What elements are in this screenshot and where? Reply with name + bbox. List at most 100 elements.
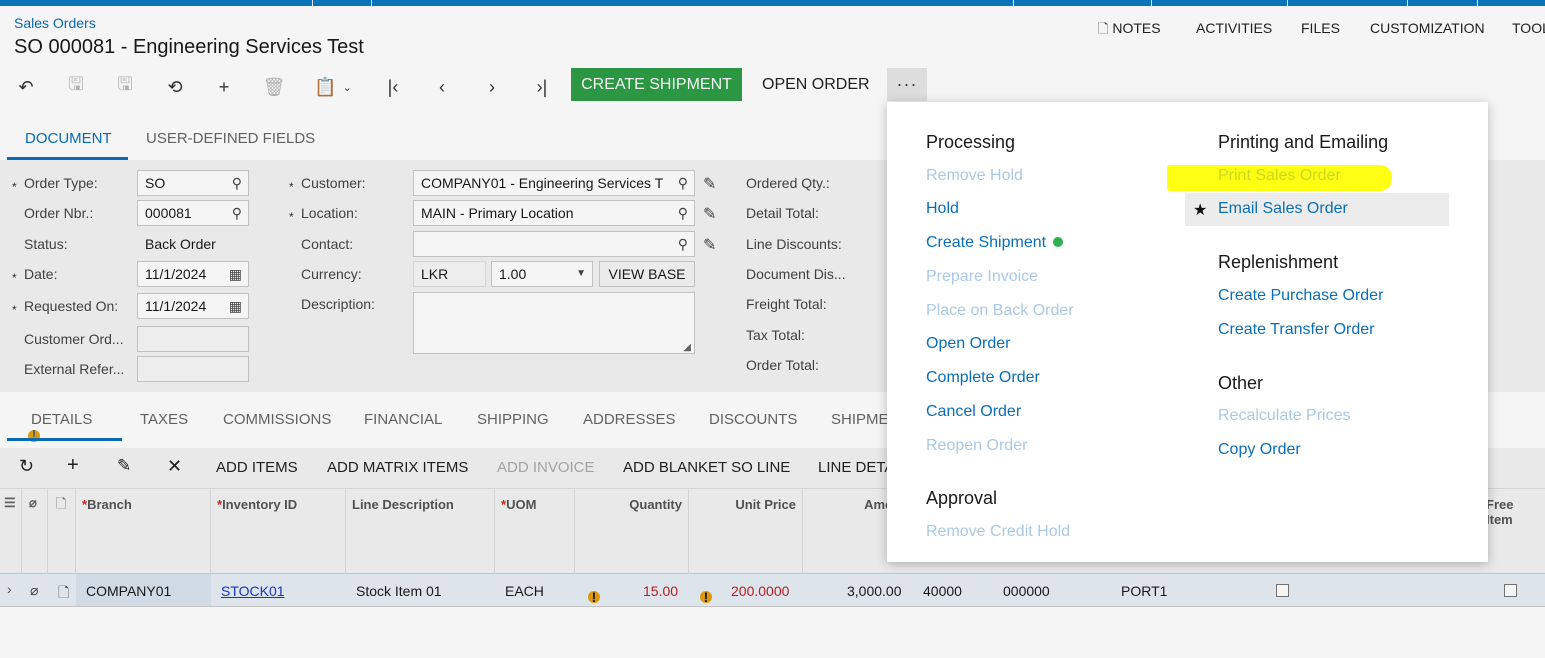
menu-item-email-sales-order[interactable]: Email Sales Order (1218, 200, 1348, 218)
previous-record-icon[interactable]: ‹ (426, 72, 458, 102)
requested-on-field[interactable]: 11/1/2024 ▦ (137, 293, 249, 319)
row-checkbox[interactable] (1276, 584, 1289, 597)
back-icon[interactable]: ↶ (10, 72, 42, 102)
tab-shipments[interactable]: SHIPME (831, 411, 889, 428)
delete-icon[interactable]: 🗑 (258, 72, 290, 102)
activities-link[interactable]: ACTIVITIES (1196, 20, 1272, 36)
add-matrix-items-button[interactable]: ADD MATRIX ITEMS (327, 459, 468, 476)
search-icon[interactable]: ⚲ (678, 236, 688, 253)
menu-item-open-order[interactable]: Open Order (926, 335, 1010, 353)
tab-commissions[interactable]: COMMISSIONS (223, 411, 331, 428)
line-details-button[interactable]: LINE DETA (818, 459, 894, 476)
note-icon[interactable]: 🗋 (58, 582, 69, 606)
cell-branch[interactable]: COMPANY01 (86, 583, 171, 599)
more-actions-button[interactable]: ··· (887, 68, 927, 101)
cell-quantity[interactable]: 15.00 (643, 583, 678, 599)
files-link[interactable]: FILES (1301, 20, 1340, 36)
tab-taxes[interactable]: TAXES (140, 411, 188, 428)
save-icon[interactable]: 🖫 (109, 72, 141, 102)
save-close-icon[interactable]: 🖫 (60, 72, 92, 102)
description-field[interactable]: ◢ (413, 292, 695, 354)
menu-item-remove-hold[interactable]: Remove Hold (926, 167, 1023, 185)
tab-document[interactable]: DOCUMENT (25, 130, 112, 147)
add-blanket-so-line-button[interactable]: ADD BLANKET SO LINE (623, 459, 790, 476)
free-item-checkbox[interactable] (1504, 584, 1517, 597)
attachment-icon[interactable]: ⌀ (30, 582, 38, 599)
tab-details[interactable]: ! DETAILS (28, 411, 92, 443)
breadcrumb[interactable]: Sales Orders (14, 15, 96, 31)
col-unit-price[interactable]: Unit Price (689, 489, 803, 575)
resize-handle-icon[interactable]: ◢ (683, 342, 691, 353)
cell-unit-price[interactable]: 200.0000 (731, 583, 789, 599)
menu-item-recalculate-prices[interactable]: Recalculate Prices (1218, 407, 1351, 425)
add-invoice-button[interactable]: ADD INVOICE (497, 459, 595, 476)
star-icon[interactable]: ★ (1193, 200, 1207, 220)
calendar-icon[interactable]: ▦ (229, 266, 242, 283)
cell-account[interactable]: 40000 (923, 583, 962, 599)
table-row[interactable]: › ⌀ 🗋 COMPANY01 STOCK01 Stock Item 01 EA… (0, 574, 1545, 607)
col-inventory-id[interactable]: *Inventory ID (211, 489, 346, 575)
menu-item-create-transfer-order[interactable]: Create Transfer Order (1218, 321, 1375, 339)
location-field[interactable]: MAIN - Primary Location ⚲ (413, 200, 695, 226)
clipboard-icon[interactable]: 📋 ⌄ (308, 72, 358, 102)
menu-item-copy-order[interactable]: Copy Order (1218, 441, 1301, 459)
edit-pencil-icon[interactable]: ✎ (703, 235, 716, 255)
tab-financial[interactable]: FINANCIAL (364, 411, 442, 428)
row-settings-icon[interactable]: ☰ (0, 489, 22, 575)
customer-ord-field[interactable] (137, 326, 249, 352)
search-icon[interactable]: ⚲ (678, 205, 688, 222)
edit-pencil-icon[interactable]: ✎ (703, 204, 716, 224)
edit-pencil-icon[interactable]: ✎ (703, 174, 716, 194)
tab-shipping[interactable]: SHIPPING (477, 411, 549, 428)
create-shipment-button[interactable]: CREATE SHIPMENT (571, 68, 742, 101)
calendar-icon[interactable]: ▦ (229, 298, 242, 315)
col-uom[interactable]: *UOM (495, 489, 575, 575)
menu-item-create-shipment[interactable]: Create Shipment (926, 234, 1064, 252)
external-ref-field[interactable] (137, 356, 249, 382)
view-base-button[interactable]: VIEW BASE (599, 261, 695, 287)
order-nbr-field[interactable]: 000081 ⚲ (137, 200, 249, 226)
first-record-icon[interactable]: |‹ (377, 72, 409, 102)
tab-discounts[interactable]: DISCOUNTS (709, 411, 797, 428)
add-icon[interactable]: + (208, 72, 240, 102)
menu-item-place-on-back-order[interactable]: Place on Back Order (926, 302, 1074, 320)
tab-user-defined-fields[interactable]: USER-DEFINED FIELDS (146, 130, 315, 147)
currency-rate-field[interactable]: 1.00 ▼ (491, 261, 593, 287)
edit-icon[interactable]: ✎ (117, 456, 131, 476)
menu-item-create-purchase-order[interactable]: Create Purchase Order (1218, 287, 1383, 305)
refresh-icon[interactable]: ↻ (19, 456, 34, 477)
menu-item-print-sales-order[interactable]: Print Sales Order (1218, 167, 1341, 185)
customization-link[interactable]: CUSTOMIZATION (1370, 20, 1485, 36)
search-icon[interactable]: ⚲ (678, 175, 688, 192)
cell-port[interactable]: PORT1 (1121, 583, 1167, 599)
cell-subaccount[interactable]: 000000 (1003, 583, 1050, 599)
search-icon[interactable]: ⚲ (232, 175, 242, 192)
cell-uom[interactable]: EACH (505, 583, 544, 599)
tools-link[interactable]: TOOLS (1512, 20, 1545, 36)
tab-addresses[interactable]: ADDRESSES (583, 411, 676, 428)
currency-field[interactable]: LKR (413, 261, 486, 287)
cell-line-description[interactable]: Stock Item 01 (356, 583, 442, 599)
menu-item-hold[interactable]: Hold (926, 200, 959, 218)
add-row-icon[interactable]: + (67, 454, 79, 477)
cell-inventory-id-link[interactable]: STOCK01 (221, 583, 285, 599)
dropdown-arrow-icon[interactable]: ▼ (576, 268, 586, 279)
col-branch[interactable]: *Branch (76, 489, 211, 575)
col-line-description[interactable]: Line Description (346, 489, 495, 575)
menu-item-complete-order[interactable]: Complete Order (926, 369, 1040, 387)
customer-field[interactable]: COMPANY01 - Engineering Services T ⚲ (413, 170, 695, 196)
last-record-icon[interactable]: ›| (526, 72, 558, 102)
open-order-button[interactable]: OPEN ORDER (762, 68, 870, 101)
delete-row-icon[interactable]: ✕ (167, 456, 182, 477)
col-quantity[interactable]: Quantity (575, 489, 689, 575)
menu-item-reopen-order[interactable]: Reopen Order (926, 437, 1027, 455)
menu-item-prepare-invoice[interactable]: Prepare Invoice (926, 268, 1038, 286)
cell-amount[interactable]: 3,000.00 (847, 583, 902, 599)
col-free-item[interactable]: Free Item (1480, 489, 1540, 575)
notes-link[interactable]: 🗋 NOTES (1098, 20, 1161, 42)
order-type-field[interactable]: SO ⚲ (137, 170, 249, 196)
row-expand-icon[interactable]: › (7, 581, 12, 597)
date-field[interactable]: 11/1/2024 ▦ (137, 261, 249, 287)
contact-field[interactable]: ⚲ (413, 231, 695, 257)
next-record-icon[interactable]: › (476, 72, 508, 102)
